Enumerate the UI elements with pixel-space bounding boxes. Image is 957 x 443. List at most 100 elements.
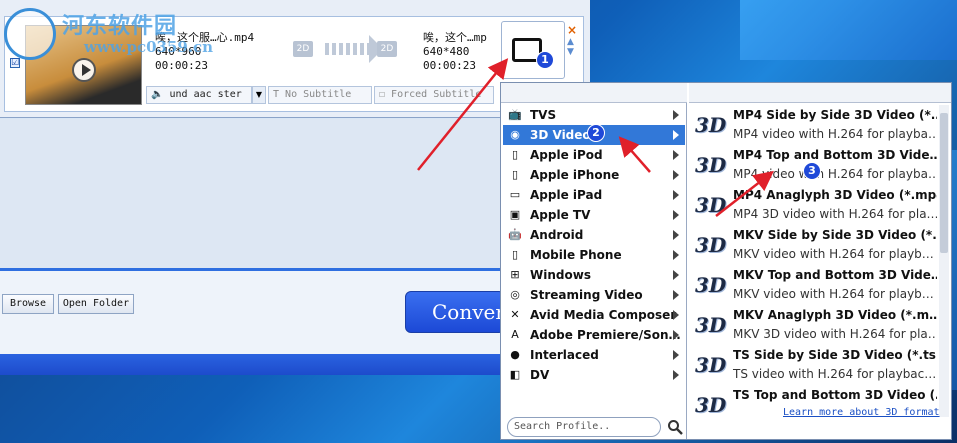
scrollbar-thumb[interactable] (940, 113, 948, 253)
audio-track-dropdown-icon[interactable]: ▼ (252, 86, 266, 104)
format-item[interactable]: 3D MP4 Anaglyph 3D Video (*.mp4) MP4 3D vi… (691, 185, 937, 225)
format-description: MP4 3D video with H.264 for pla… (733, 207, 937, 221)
format-title: MKV Top and Bottom 3D Vide… (733, 268, 937, 282)
category-item[interactable]: ▣ Apple TV (503, 205, 685, 225)
iphone-icon: ▯ (511, 168, 519, 181)
open-folder-button[interactable]: Open Folder (58, 294, 134, 314)
chevron-right-icon (673, 210, 679, 220)
browse-button[interactable]: Browse (2, 294, 54, 314)
category-item[interactable]: ● Interlaced (503, 345, 685, 365)
format-item[interactable]: 3D TS Top and Bottom 3D Video (… (691, 385, 937, 425)
move-up-icon[interactable]: ▲ (567, 37, 583, 47)
profile-popup: 📺 TVS ◉ 3D Video ▯ Apple iPod ▯ Apple iPhone ▭ Ap… (500, 82, 952, 440)
format-description: MKV video with H.264 for playb… (733, 247, 934, 261)
chevron-right-icon (673, 330, 679, 340)
category-label: Mobile Phone (530, 248, 622, 262)
category-item[interactable]: ▯ Mobile Phone (503, 245, 685, 265)
chevron-right-icon (673, 170, 679, 180)
category-label: Interlaced (530, 348, 599, 362)
chevron-right-icon (673, 270, 679, 280)
format-scrollbar[interactable] (939, 105, 949, 417)
dv-icon: ◧ (509, 368, 521, 381)
play-icon[interactable] (72, 58, 96, 82)
checkbox-icon: ☐ (379, 89, 392, 100)
category-item[interactable]: ▭ Apple iPad (503, 185, 685, 205)
subtitle-select[interactable]: T No Subtitle (268, 86, 372, 104)
interlaced-icon: ● (510, 348, 520, 361)
format-title: MKV Anaglyph 3D Video (*.m… (733, 308, 937, 322)
format-title: MKV Side by Side 3D Video (*.… (733, 228, 937, 242)
adobe-icon: A (511, 328, 519, 341)
step-3-badge: 3 (803, 162, 821, 180)
chevron-right-icon (673, 310, 679, 320)
category-label: Apple iPod (530, 148, 603, 162)
category-label: Streaming Video (530, 288, 643, 302)
category-label: DV (530, 368, 550, 382)
subtitle-label: No Subtitle (285, 89, 352, 100)
category-item[interactable]: 📺 TVS (503, 105, 685, 125)
format-item[interactable]: 3D MP4 Side by Side 3D Video (*.… MP4 vide… (691, 105, 937, 145)
format-title: TS Top and Bottom 3D Video (… (733, 388, 937, 402)
input-2d-badge: 2D (293, 41, 313, 57)
format-item[interactable]: 3D TS Side by Side 3D Video (*.ts) TS vide… (691, 345, 937, 385)
category-item[interactable]: ✕ Avid Media Composer (503, 305, 685, 325)
close-icon[interactable]: × (567, 23, 583, 37)
format-description: MP4 video with H.264 for playba… (733, 167, 937, 181)
learn-more-link[interactable]: Learn more about 3D format (783, 407, 940, 418)
convert-arrow-icon (325, 35, 383, 63)
category-label: Apple TV (530, 208, 591, 222)
category-item[interactable]: ◧ DV (503, 365, 685, 385)
audio-track-select[interactable]: 🔈 und aac ster (146, 86, 252, 104)
format-title: TS Side by Side 3D Video (*.ts) (733, 348, 937, 362)
format-description: MKV video with H.264 for playb… (733, 287, 934, 301)
speaker-icon: 🔈 (151, 89, 170, 100)
3d-video-icon: ◉ (510, 128, 520, 141)
watermark-logo-icon (4, 8, 56, 60)
search-profile-input[interactable]: Search Profile.. (507, 417, 661, 437)
category-item[interactable]: ▯ Apple iPod (503, 145, 685, 165)
category-item[interactable]: ◎ Streaming Video (503, 285, 685, 305)
3d-format-icon: 3D (695, 233, 727, 257)
category-header (501, 83, 687, 103)
watermark-title: 河东软件园 (62, 13, 178, 39)
chevron-right-icon (673, 290, 679, 300)
category-item[interactable]: 🤖 Android (503, 225, 685, 245)
forced-subtitle-label: Forced Subtitle (391, 89, 482, 100)
move-down-icon[interactable]: ▼ (567, 47, 583, 57)
3d-format-icon: 3D (695, 393, 727, 417)
tv-icon: 📺 (508, 108, 522, 121)
chevron-right-icon (673, 250, 679, 260)
format-title: MP4 Side by Side 3D Video (*.… (733, 108, 937, 122)
category-item[interactable]: ⊞ Windows (503, 265, 685, 285)
category-label: Apple iPhone (530, 168, 620, 182)
chevron-right-icon (673, 150, 679, 160)
format-item[interactable]: 3D MKV Anaglyph 3D Video (*.m… MKV 3D vide… (691, 305, 937, 345)
ipad-icon: ▭ (509, 188, 521, 201)
mobile-phone-icon: ▯ (511, 248, 519, 261)
forced-subtitle-checkbox[interactable]: ☐ Forced Subtitle (374, 86, 494, 104)
text-icon: T (273, 89, 286, 100)
convert-button[interactable]: Conver (405, 291, 505, 333)
chevron-right-icon (673, 230, 679, 240)
audio-track-label: und aac ster (169, 89, 242, 100)
search-icon[interactable] (667, 419, 683, 435)
category-item[interactable]: A Adobe Premiere/Son… (503, 325, 685, 345)
item-side-controls: × ▲ ▼ (567, 23, 583, 79)
chevron-right-icon (673, 370, 679, 380)
format-list: 3D MP4 Side by Side 3D Video (*.… MP4 vide… (689, 83, 951, 439)
format-item[interactable]: 3D MKV Top and Bottom 3D Vide… MKV video w… (691, 265, 937, 305)
output-profile-button[interactable] (501, 21, 565, 79)
format-title: MP4 Anaglyph 3D Video (*.mp4) (733, 188, 937, 202)
3d-format-icon: 3D (695, 273, 727, 297)
android-icon: 🤖 (508, 228, 522, 241)
source-duration: 00:00:23 (155, 59, 208, 72)
windows-logo-pane (740, 0, 957, 60)
category-item[interactable]: ▯ Apple iPhone (503, 165, 685, 185)
format-item[interactable]: 3D MKV Side by Side 3D Video (*.… MKV vide… (691, 225, 937, 265)
category-label: Avid Media Composer (530, 308, 677, 322)
3d-format-icon: 3D (695, 193, 727, 217)
streaming-icon: ◎ (510, 288, 520, 301)
apple-tv-icon: ▣ (509, 208, 521, 221)
category-label: Apple iPad (530, 188, 603, 202)
watermark: 河东软件园 www.pc0359.cn (4, 4, 213, 60)
